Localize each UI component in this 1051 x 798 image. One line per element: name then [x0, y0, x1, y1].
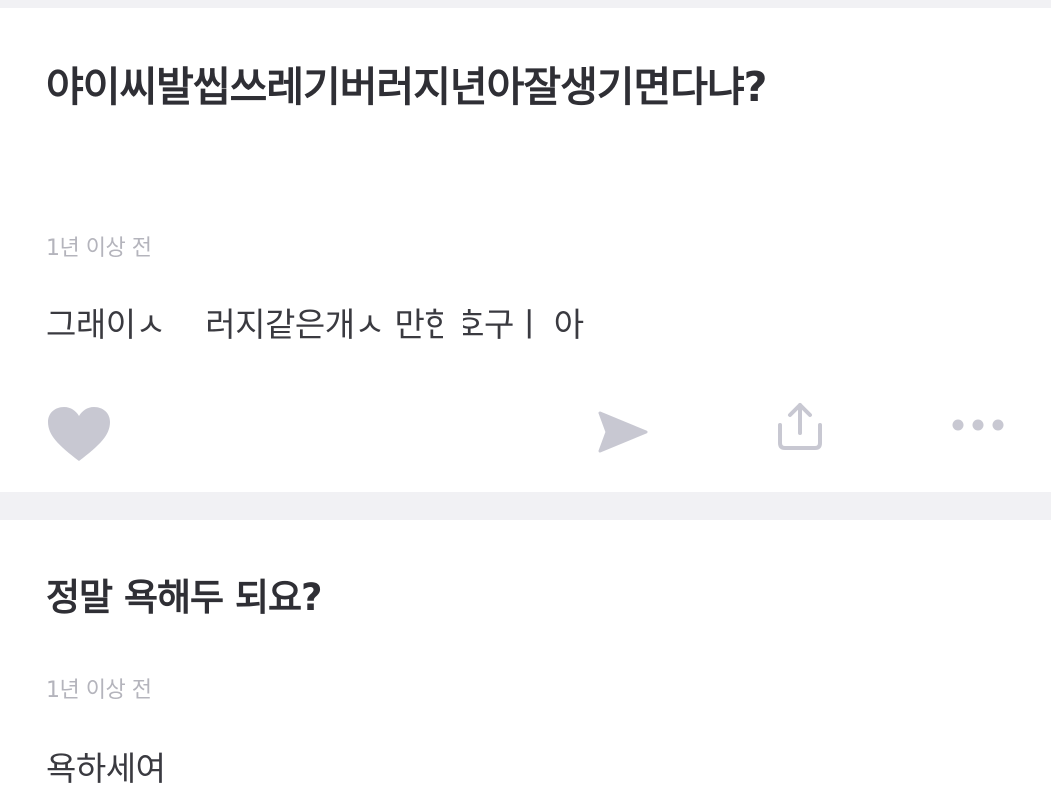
action-bar [0, 393, 1051, 461]
send-icon[interactable] [598, 411, 648, 453]
post-time: 1년 이상 전 [46, 236, 152, 261]
share-icon[interactable] [776, 401, 824, 451]
question-card[interactable]: 야이씨발씹쓰레기버러지년아잘생기면다냐? 1년 이상 전 그래이ㅅ 버러지같은개… [0, 8, 1051, 492]
question-title: 정말 욕해두 되요? [46, 576, 323, 619]
card-divider [0, 492, 1051, 520]
censor-block [647, 303, 663, 351]
censor-block [443, 303, 463, 351]
question-title: 야이씨발씹쓰레기버러지년아잘생기면다냐? [46, 63, 767, 111]
top-divider [0, 0, 1051, 8]
post-time: 1년 이상 전 [46, 678, 152, 703]
answer-text: 욕하세여 [46, 749, 166, 788]
question-card[interactable]: 정말 욕해두 되요? 1년 이상 전 욕하세여 [0, 520, 1051, 798]
censor-block [170, 303, 202, 351]
heart-icon[interactable] [48, 407, 110, 463]
more-icon[interactable] [950, 417, 1006, 433]
answer-text: 그래이ㅅ 버러지같은개ㅅ 만한호구ㅣ 아 [46, 305, 584, 344]
